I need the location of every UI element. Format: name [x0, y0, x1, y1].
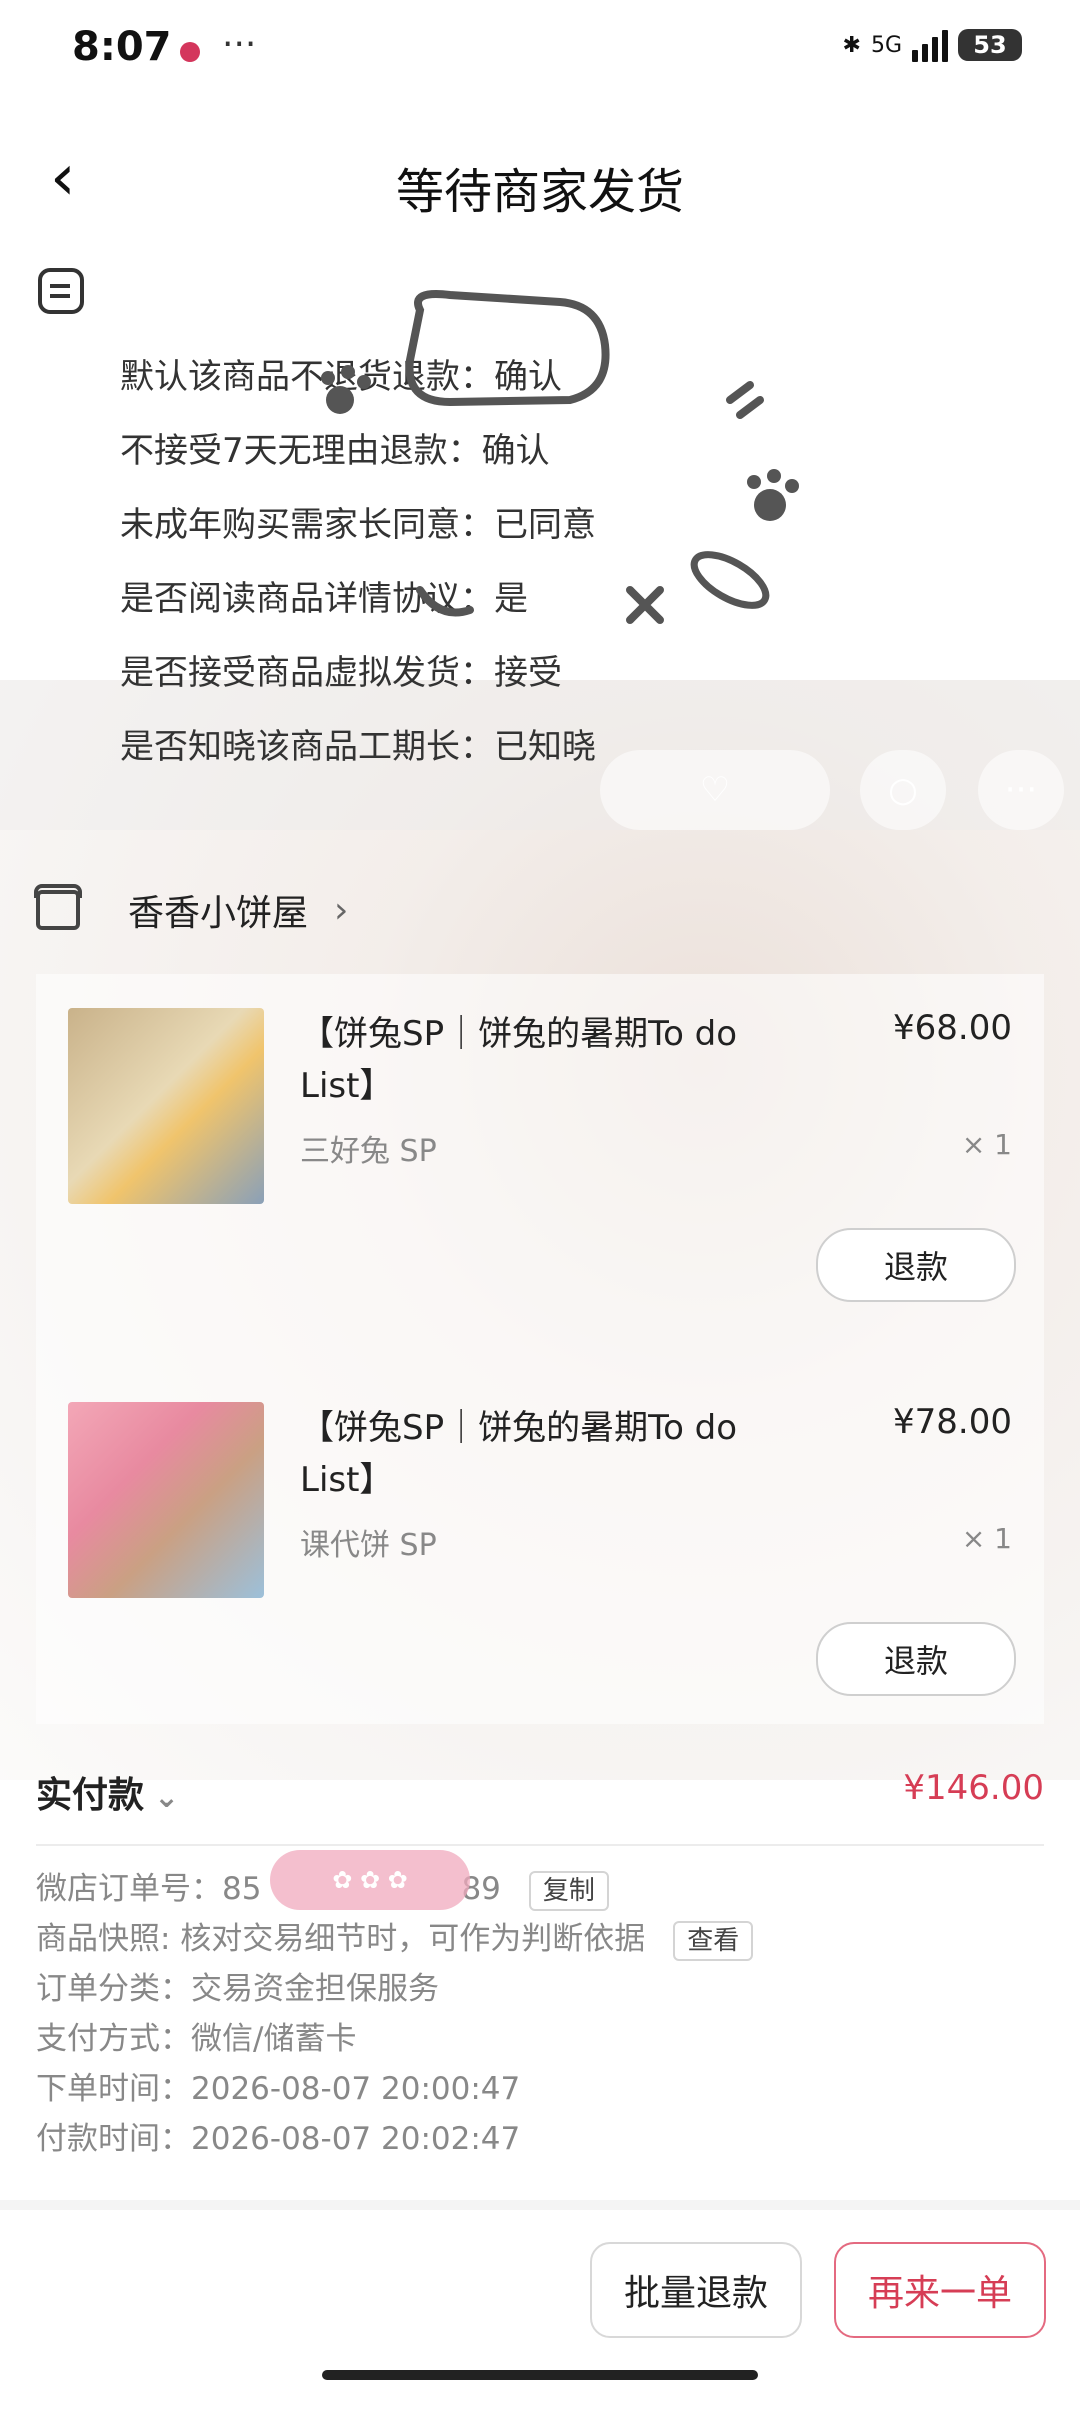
product-thumbnail[interactable]	[68, 1402, 264, 1598]
paid-label[interactable]: 实付款 ⌄	[36, 1766, 179, 1818]
agreement-item: 是否知晓该商品工期长：已知晓	[120, 727, 596, 767]
product-qty: × 1	[961, 1128, 1012, 1161]
order-time: 下单时间：2026-08-07 20:00:47	[36, 2071, 521, 2107]
bluetooth-icon: ✱	[842, 32, 861, 58]
notification-icon	[180, 42, 200, 62]
product-thumbnail[interactable]	[68, 1008, 264, 1204]
header: ‹ 等待商家发货	[0, 120, 1080, 240]
paid-amount: ¥146.00	[903, 1768, 1044, 1808]
page-title: 等待商家发货	[395, 164, 684, 220]
divider	[36, 1844, 1044, 1846]
product-name: 【饼兔SP｜饼兔的暑期To do List】	[300, 1408, 738, 1500]
shop-name: 香香小饼屋	[128, 893, 309, 934]
overlay-more-icon: ···	[978, 750, 1064, 830]
paid-row: 实付款 ⌄ ¥146.00	[36, 1758, 1044, 1818]
signal-icon	[912, 28, 948, 62]
snapshot-row: 商品快照: 核对交易细节时，可作为判断依据 查看	[36, 1914, 754, 1964]
product-name: 【饼兔SP｜饼兔的暑期To do List】	[300, 1014, 738, 1106]
status-bar: 8:07 ··· ✱ 5G 53	[0, 0, 1080, 100]
shop-icon	[34, 884, 82, 930]
snapshot-text: 商品快照: 核对交易细节时，可作为判断依据	[36, 1921, 646, 1957]
note-icon	[38, 268, 84, 314]
product-sku: 三好兔 SP	[300, 1134, 437, 1169]
bulk-refund-button[interactable]: 批量退款	[590, 2242, 802, 2338]
overlay-search-icon: ○	[860, 750, 946, 830]
order-number-label: 微店订单号：85	[36, 1871, 262, 1907]
product-qty: × 1	[961, 1522, 1012, 1555]
overlay-like-button: ♡	[600, 750, 830, 830]
chevron-right-icon: ›	[334, 889, 349, 931]
refund-button[interactable]: 退款	[816, 1228, 1016, 1302]
order-item[interactable]: 【饼兔SP｜饼兔的暑期To do List】 三好兔 SP ¥68.00 × 1	[68, 1008, 1012, 1208]
watermark-doodle	[321, 290, 799, 624]
view-snapshot-button[interactable]: 查看	[673, 1920, 754, 1961]
status-time: 8:07	[72, 24, 172, 70]
product-price: ¥78.00	[893, 1402, 1012, 1442]
reorder-button[interactable]: 再来一单	[834, 2242, 1046, 2338]
payment-method: 支付方式：微信/储蓄卡	[36, 2021, 357, 2057]
network-label: 5G	[870, 32, 902, 58]
product-price: ¥68.00	[893, 1008, 1012, 1048]
battery-icon: 53	[958, 29, 1022, 61]
product-sku: 课代饼 SP	[300, 1528, 437, 1563]
copy-button[interactable]: 复制	[528, 1870, 609, 1911]
chevron-down-icon: ⌄	[154, 1780, 180, 1815]
order-category: 订单分类：交易资金担保服务	[36, 1971, 439, 2007]
decorative-sticker: ✿ ✿ ✿	[270, 1850, 470, 1910]
more-notifications-icon: ···	[222, 24, 257, 65]
order-item[interactable]: 【饼兔SP｜饼兔的暑期To do List】 课代饼 SP ¥78.00 × 1	[68, 1402, 1012, 1602]
home-indicator[interactable]	[322, 2370, 758, 2380]
shop-row[interactable]: 香香小饼屋 ›	[34, 880, 349, 940]
status-right: ✱ 5G 53	[843, 28, 1022, 62]
payment-time: 付款时间：2026-08-07 20:02:47	[36, 2121, 521, 2157]
refund-button[interactable]: 退款	[816, 1622, 1016, 1696]
